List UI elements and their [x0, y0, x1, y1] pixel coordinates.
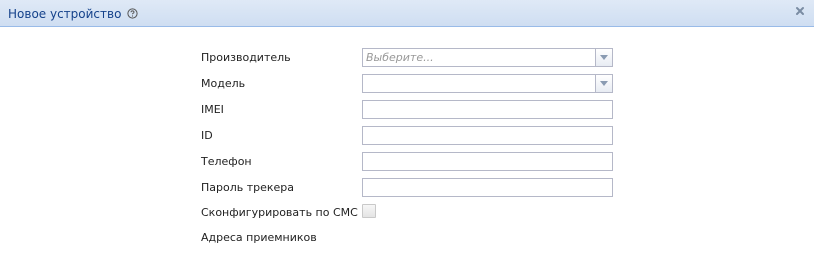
configure-sms-checkbox[interactable]	[362, 204, 376, 218]
model-combobox[interactable]	[362, 74, 613, 93]
chevron-down-icon	[600, 81, 608, 86]
phone-label: Телефон	[201, 155, 252, 168]
dialog-title: Новое устройство	[8, 7, 122, 21]
phone-field[interactable]	[362, 152, 613, 171]
imei-field[interactable]	[362, 100, 613, 119]
manufacturer-combobox[interactable]: Выберите...	[362, 48, 613, 67]
model-dropdown-trigger[interactable]	[595, 75, 612, 92]
manufacturer-dropdown-trigger[interactable]	[595, 49, 612, 66]
help-icon[interactable]	[127, 8, 138, 19]
configure-sms-label: Сконфигурировать по СМС	[201, 206, 358, 219]
imei-label: IMEI	[201, 103, 224, 116]
chevron-down-icon	[600, 55, 608, 60]
dialog-titlebar: Новое устройство	[0, 0, 814, 27]
manufacturer-placeholder: Выберите...	[366, 51, 434, 64]
tracker-password-field[interactable]	[362, 178, 613, 197]
model-label: Модель	[201, 77, 246, 90]
close-icon[interactable]	[794, 5, 806, 17]
receiver-addresses-label: Адреса приемников	[201, 231, 317, 244]
manufacturer-label: Производитель	[201, 51, 291, 64]
tracker-password-label: Пароль трекера	[201, 181, 295, 194]
new-device-dialog: Новое устройство Производитель Выберите.…	[0, 0, 814, 259]
id-field[interactable]	[362, 126, 613, 145]
id-label: ID	[201, 129, 213, 142]
